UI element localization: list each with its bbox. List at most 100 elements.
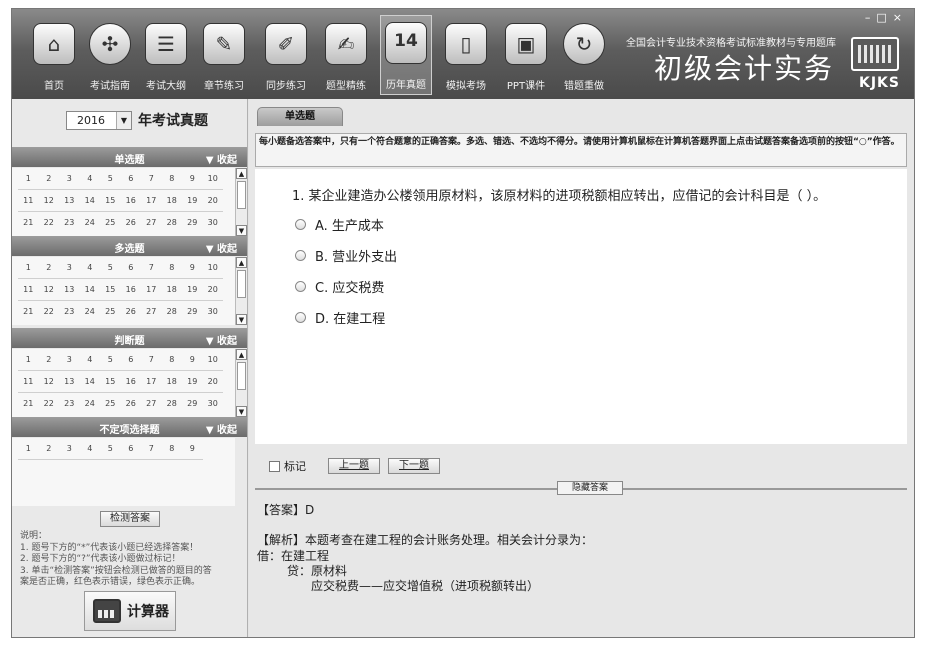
- question-number[interactable]: 3: [59, 438, 80, 460]
- question-number[interactable]: 4: [79, 438, 100, 460]
- question-number[interactable]: 3: [59, 349, 80, 371]
- minimize-button[interactable]: –: [865, 11, 877, 24]
- question-number[interactable]: 30: [203, 301, 224, 315]
- question-number[interactable]: 13: [59, 279, 80, 301]
- question-number[interactable]: 3: [59, 257, 80, 279]
- question-number[interactable]: 14: [79, 279, 100, 301]
- toolbar-home[interactable]: ⌂ 首页: [28, 17, 80, 95]
- toolbar-mock-exam[interactable]: ▯ 模拟考场: [440, 17, 492, 95]
- radio-button[interactable]: [295, 219, 306, 230]
- option-c[interactable]: C. 应交税费: [295, 277, 384, 296]
- toolbar-ppt-course[interactable]: ▣ PPT课件: [500, 17, 552, 95]
- question-number[interactable]: 2: [38, 349, 59, 371]
- maximize-button[interactable]: □: [876, 11, 892, 24]
- collapse-toggle[interactable]: ▼ 收起: [206, 240, 237, 255]
- collapse-toggle[interactable]: ▼ 收起: [206, 421, 237, 436]
- toolbar-sync-practice[interactable]: ✐ 同步练习: [260, 17, 312, 95]
- question-number[interactable]: 17: [141, 190, 162, 212]
- question-number[interactable]: 29: [182, 212, 203, 226]
- hide-answer-button[interactable]: 隐藏答案: [557, 481, 624, 495]
- question-number[interactable]: 1: [18, 349, 39, 371]
- question-number[interactable]: 29: [182, 301, 203, 315]
- question-number[interactable]: 20: [202, 279, 223, 301]
- question-number[interactable]: 4: [79, 168, 100, 190]
- toolbar-question-types[interactable]: ✍ 题型精练: [320, 17, 372, 95]
- question-number[interactable]: 22: [39, 393, 60, 407]
- question-number[interactable]: 27: [141, 393, 162, 407]
- question-number[interactable]: 14: [79, 190, 100, 212]
- toolbar-syllabus[interactable]: ☰ 考试大纲: [140, 17, 192, 95]
- question-number[interactable]: 19: [182, 371, 203, 393]
- question-number[interactable]: 26: [121, 301, 142, 315]
- question-number[interactable]: 24: [80, 212, 101, 226]
- prev-question-button[interactable]: 上一题: [328, 458, 380, 474]
- scroll-up-icon[interactable]: ▲: [236, 349, 247, 360]
- radio-button[interactable]: [295, 250, 306, 261]
- question-number[interactable]: 26: [121, 212, 142, 226]
- question-number[interactable]: 18: [161, 190, 182, 212]
- question-number[interactable]: 6: [120, 257, 141, 279]
- question-number[interactable]: 9: [182, 168, 203, 190]
- vertical-scrollbar[interactable]: ▲ ▼: [235, 168, 247, 236]
- scroll-thumb[interactable]: [237, 362, 246, 390]
- question-number[interactable]: 10: [202, 349, 223, 371]
- question-number[interactable]: 3: [59, 168, 80, 190]
- vertical-scrollbar[interactable]: ▲ ▼: [235, 257, 247, 325]
- question-number[interactable]: 7: [141, 168, 162, 190]
- toolbar-redo-mistakes[interactable]: ↻ 错题重做: [558, 17, 610, 95]
- question-number[interactable]: 11: [18, 190, 39, 212]
- question-number[interactable]: 5: [100, 438, 121, 460]
- question-number[interactable]: 7: [141, 257, 162, 279]
- question-number[interactable]: 29: [182, 393, 203, 407]
- question-number[interactable]: 16: [120, 190, 141, 212]
- scroll-thumb[interactable]: [237, 181, 246, 209]
- question-number[interactable]: 9: [182, 257, 203, 279]
- question-number[interactable]: 22: [39, 212, 60, 226]
- question-number[interactable]: 20: [202, 371, 223, 393]
- question-number[interactable]: 19: [182, 190, 203, 212]
- question-number[interactable]: 26: [121, 393, 142, 407]
- question-number[interactable]: 23: [59, 301, 80, 315]
- question-number[interactable]: 5: [100, 168, 121, 190]
- question-number[interactable]: 1: [18, 168, 39, 190]
- question-number[interactable]: 27: [141, 212, 162, 226]
- toolbar-exam-guide[interactable]: ✣ 考试指南: [84, 17, 136, 95]
- question-number[interactable]: 18: [161, 279, 182, 301]
- question-number[interactable]: 4: [79, 257, 100, 279]
- question-number[interactable]: 1: [18, 257, 39, 279]
- question-number[interactable]: 8: [161, 438, 182, 460]
- question-number[interactable]: 28: [162, 301, 183, 315]
- question-number[interactable]: 21: [18, 301, 39, 315]
- question-number[interactable]: 11: [18, 279, 39, 301]
- mark-checkbox[interactable]: [269, 460, 280, 472]
- scroll-down-icon[interactable]: ▼: [236, 225, 247, 236]
- option-a[interactable]: A. 生产成本: [295, 215, 384, 234]
- question-number[interactable]: 10: [202, 168, 223, 190]
- question-number[interactable]: 17: [141, 279, 162, 301]
- question-number[interactable]: 6: [120, 438, 141, 460]
- question-number[interactable]: 8: [161, 257, 182, 279]
- question-number[interactable]: 15: [100, 190, 121, 212]
- question-number[interactable]: 2: [38, 257, 59, 279]
- question-number[interactable]: 8: [161, 349, 182, 371]
- option-b[interactable]: B. 营业外支出: [295, 246, 397, 265]
- question-number[interactable]: 30: [203, 212, 224, 226]
- question-number[interactable]: 25: [100, 212, 121, 226]
- question-number[interactable]: 16: [120, 371, 141, 393]
- question-number[interactable]: 25: [100, 301, 121, 315]
- question-number[interactable]: 27: [141, 301, 162, 315]
- question-number[interactable]: 19: [182, 279, 203, 301]
- question-number[interactable]: 9: [182, 438, 203, 460]
- question-number[interactable]: 12: [38, 279, 59, 301]
- question-number[interactable]: 24: [80, 393, 101, 407]
- question-number[interactable]: 16: [120, 279, 141, 301]
- question-number[interactable]: 23: [59, 393, 80, 407]
- toolbar-past-exams[interactable]: 14 历年真题: [380, 15, 432, 95]
- option-d[interactable]: D. 在建工程: [295, 308, 385, 327]
- question-number[interactable]: 12: [38, 190, 59, 212]
- question-number[interactable]: 10: [202, 257, 223, 279]
- question-number[interactable]: 6: [120, 168, 141, 190]
- toolbar-chapter-practice[interactable]: ✎ 章节练习: [198, 17, 250, 95]
- question-number[interactable]: 17: [141, 371, 162, 393]
- year-select[interactable]: 2016 ▼: [66, 110, 132, 130]
